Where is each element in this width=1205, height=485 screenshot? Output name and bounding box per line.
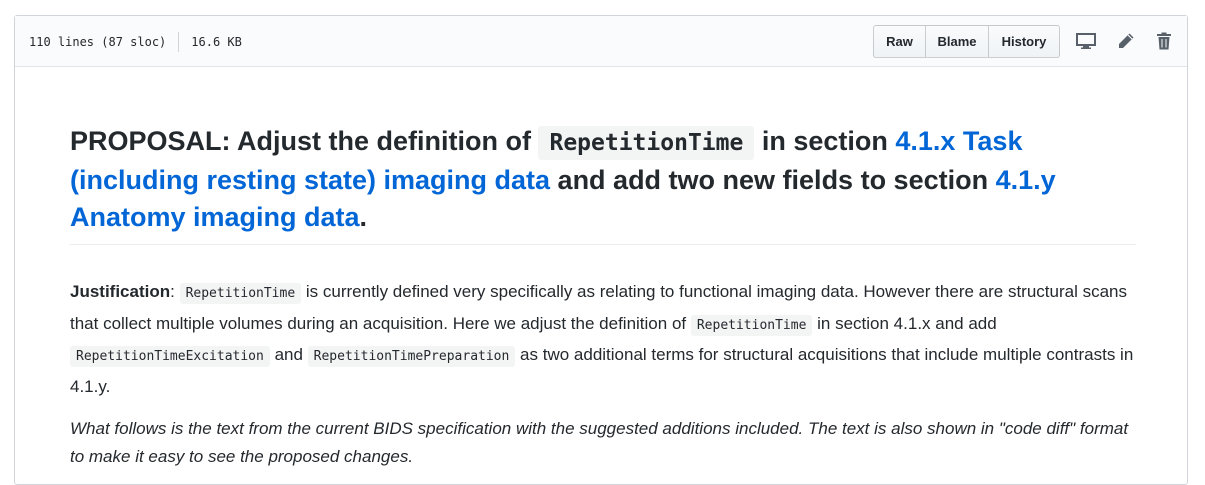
- divider: [178, 31, 180, 52]
- heading-text: and add two new fields to section: [550, 165, 996, 195]
- line-count: 110 lines (87 sloc): [29, 34, 167, 49]
- paragraph-text: :: [170, 282, 180, 301]
- justification-paragraph: Justification: RepetitionTime is current…: [70, 277, 1136, 401]
- trash-icon[interactable]: [1153, 30, 1175, 52]
- justification-label: Justification: [70, 282, 171, 301]
- heading-text: in section: [754, 126, 896, 156]
- inline-code: RepetitionTimePreparation: [307, 346, 516, 367]
- history-button[interactable]: History: [988, 25, 1060, 58]
- heading-code: RepetitionTime: [538, 126, 755, 160]
- file-info: 110 lines (87 sloc) 16.6 KB: [29, 16, 242, 67]
- file-size: 16.6 KB: [191, 34, 242, 49]
- note-paragraph: What follows is the text from the curren…: [70, 419, 1129, 466]
- heading-text: .: [359, 202, 368, 232]
- desktop-icon[interactable]: [1075, 30, 1097, 52]
- proposal-heading: PROPOSAL: Adjust the definition of Repet…: [70, 123, 1136, 245]
- paragraph-text: and: [269, 345, 308, 364]
- inline-code: RepetitionTime: [179, 283, 302, 304]
- raw-button[interactable]: Raw: [873, 25, 926, 58]
- inline-code: RepetitionTime: [690, 314, 813, 336]
- file-actions: Raw Blame History: [873, 25, 1060, 58]
- file-box: 110 lines (87 sloc) 16.6 KB Raw Blame Hi…: [14, 15, 1188, 485]
- heading-text: PROPOSAL: Adjust the definition of: [70, 126, 539, 156]
- inline-code: RepetitionTimeExcitation: [70, 346, 270, 367]
- file-header: 110 lines (87 sloc) 16.6 KB Raw Blame Hi…: [15, 16, 1187, 67]
- paragraph-text: in section 4.1.x and add: [812, 313, 997, 333]
- pencil-icon[interactable]: [1115, 30, 1137, 52]
- blame-button[interactable]: Blame: [925, 25, 989, 58]
